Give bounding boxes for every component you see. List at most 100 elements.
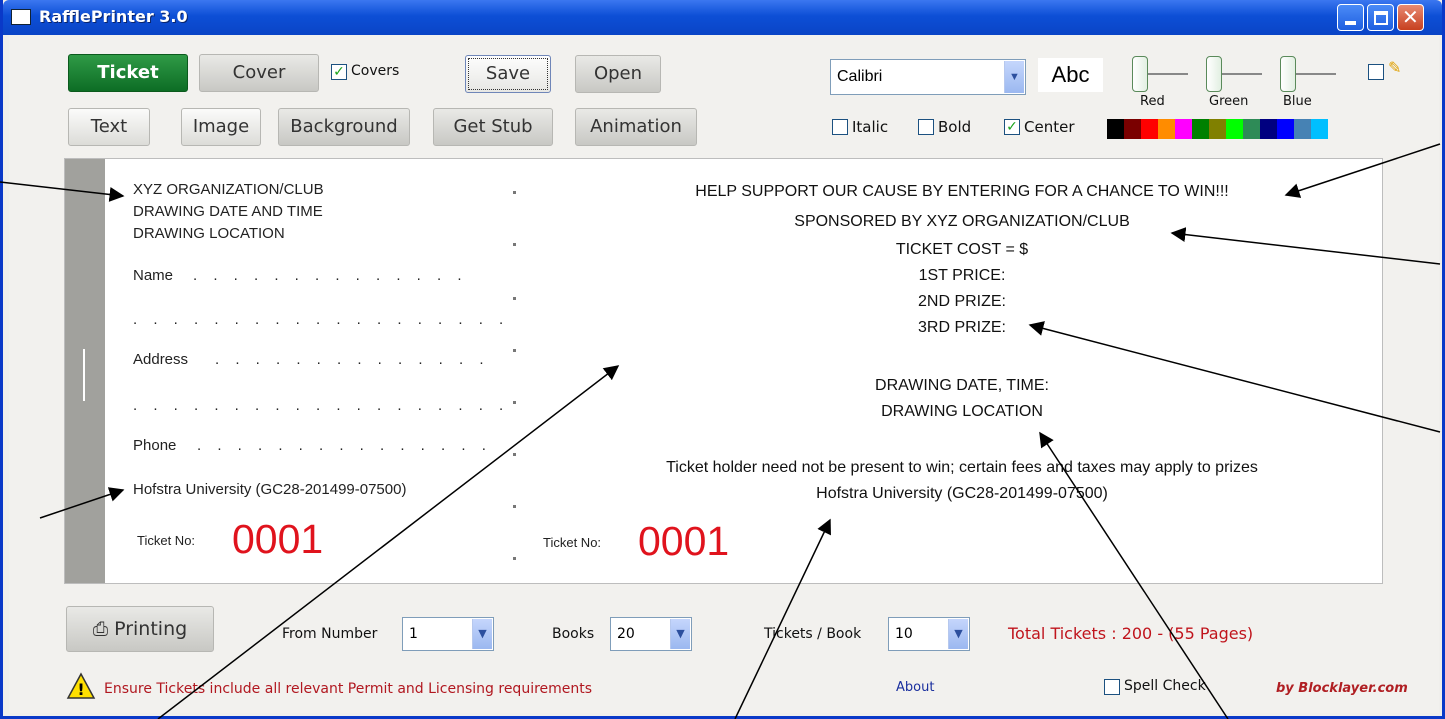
- stub-line-org: XYZ ORGANIZATION/CLUB: [133, 181, 324, 198]
- stub-ticket-number: 0001: [232, 516, 324, 562]
- stub-blank-dots: . . . . . . . . . . . . . . . . . . .: [133, 311, 510, 328]
- center-checkbox[interactable]: ✓: [1004, 119, 1020, 135]
- text-button[interactable]: Text: [68, 108, 150, 146]
- printing-label: Printing: [114, 618, 188, 640]
- main-drawing-location: DRAWING LOCATION: [881, 403, 1043, 420]
- minimize-button[interactable]: [1337, 4, 1364, 31]
- stub-line-location: DRAWING LOCATION: [133, 225, 285, 242]
- color-swatch[interactable]: [1158, 119, 1175, 139]
- title-bar[interactable]: RafflePrinter 3.0 ✕: [3, 0, 1442, 35]
- main-ticket-number: 0001: [638, 518, 730, 564]
- close-button[interactable]: ✕: [1397, 4, 1424, 31]
- chevron-down-icon[interactable]: ▼: [670, 619, 690, 649]
- books-select[interactable]: 20 ▼: [610, 617, 692, 651]
- covers-label: Covers: [351, 63, 400, 79]
- ticket-preview[interactable]: XYZ ORGANIZATION/CLUB DRAWING DATE AND T…: [64, 158, 1383, 584]
- chevron-down-icon[interactable]: ▼: [948, 619, 968, 649]
- covers-checkbox[interactable]: ✓: [331, 64, 347, 80]
- color-swatch[interactable]: [1311, 119, 1328, 139]
- from-number-value: 1: [409, 626, 418, 642]
- maximize-icon: [1374, 11, 1388, 25]
- books-label: Books: [552, 626, 595, 642]
- green-slider-thumb[interactable]: [1206, 56, 1222, 92]
- stub-address-dots: . . . . . . . . . . . . . .: [215, 351, 490, 368]
- pin-checkbox[interactable]: [1368, 64, 1384, 80]
- stub-blank2-dots: . . . . . . . . . . . . . . . . . . .: [133, 397, 510, 414]
- color-swatch[interactable]: [1124, 119, 1141, 139]
- main-ticket-no-label: Ticket No:: [543, 535, 602, 550]
- pin-icon: ✎: [1388, 58, 1402, 77]
- from-number-select[interactable]: 1 ▼: [402, 617, 494, 651]
- tickets-per-book-select[interactable]: 10 ▼: [888, 617, 970, 651]
- red-slider-thumb[interactable]: [1132, 56, 1148, 92]
- color-swatch[interactable]: [1277, 119, 1294, 139]
- blue-slider-thumb[interactable]: [1280, 56, 1296, 92]
- red-slider[interactable]: [1132, 56, 1190, 92]
- green-slider[interactable]: [1206, 56, 1264, 92]
- open-button[interactable]: Open: [575, 55, 661, 93]
- stub-line-date: DRAWING DATE AND TIME: [133, 203, 323, 220]
- svg-text:!: !: [77, 680, 84, 699]
- window-title: RafflePrinter 3.0: [39, 7, 188, 26]
- total-tickets: Total Tickets : 200 - (55 Pages): [1008, 624, 1254, 643]
- main-drawing-date: DRAWING DATE, TIME:: [875, 377, 1049, 394]
- main-headline: HELP SUPPORT OUR CAUSE BY ENTERING FOR A…: [695, 183, 1229, 200]
- color-swatch[interactable]: [1294, 119, 1311, 139]
- cover-button[interactable]: Cover: [199, 54, 319, 92]
- image-button[interactable]: Image: [181, 108, 261, 146]
- get-stub-button[interactable]: Get Stub: [433, 108, 553, 146]
- font-preview: Abc: [1038, 58, 1103, 92]
- main-first-prize: 1ST PRICE:: [918, 267, 1006, 284]
- stub-phone-dots: . . . . . . . . . . . . . . .: [197, 437, 492, 454]
- color-swatch[interactable]: [1175, 119, 1192, 139]
- spell-check-label: Spell Check: [1124, 678, 1206, 694]
- main-disclaimer: Ticket holder need not be present to win…: [666, 459, 1258, 476]
- color-swatch[interactable]: [1226, 119, 1243, 139]
- stub-license: Hofstra University (GC28-201499-07500): [133, 481, 407, 498]
- spell-check-checkbox[interactable]: [1104, 679, 1120, 695]
- color-swatch[interactable]: [1141, 119, 1158, 139]
- bold-checkbox[interactable]: [918, 119, 934, 135]
- italic-checkbox[interactable]: [832, 119, 848, 135]
- blue-label: Blue: [1283, 94, 1312, 109]
- ticket-button[interactable]: Ticket: [68, 54, 188, 92]
- color-swatch[interactable]: [1107, 119, 1124, 139]
- font-select[interactable]: Calibri ▼: [830, 59, 1026, 95]
- main-second-prize: 2ND PRIZE:: [917, 293, 1006, 310]
- color-swatch[interactable]: [1192, 119, 1209, 139]
- minimize-icon: [1345, 21, 1356, 25]
- chevron-down-icon[interactable]: ▼: [1004, 61, 1024, 93]
- center-label: Center: [1024, 118, 1075, 136]
- credit-link[interactable]: by Blocklayer.com: [1276, 681, 1408, 696]
- color-swatch[interactable]: [1209, 119, 1226, 139]
- about-link[interactable]: About: [896, 680, 934, 695]
- background-button[interactable]: Background: [278, 108, 410, 146]
- main-sponsor: SPONSORED BY XYZ ORGANIZATION/CLUB: [794, 213, 1130, 230]
- italic-label: Italic: [852, 118, 889, 136]
- animation-button[interactable]: Animation: [575, 108, 697, 146]
- main-ticket-cost: TICKET COST = $: [895, 241, 1029, 258]
- stub-name-dots: . . . . . . . . . . . . . .: [193, 267, 468, 284]
- stub-gutter: [65, 159, 105, 583]
- save-button[interactable]: Save: [465, 55, 551, 93]
- from-number-label: From Number: [282, 626, 378, 642]
- color-palette: [1107, 119, 1328, 139]
- warning-icon: !: [66, 672, 96, 699]
- stub-address-label: Address: [133, 351, 189, 368]
- bold-label: Bold: [938, 118, 972, 136]
- app-icon: [11, 9, 31, 25]
- tickets-per-book-value: 10: [895, 626, 913, 642]
- permit-warning: Ensure Tickets include all relevant Perm…: [104, 681, 593, 697]
- color-swatch[interactable]: [1260, 119, 1277, 139]
- font-select-value: Calibri: [837, 68, 883, 85]
- printer-icon: ⎙: [92, 618, 115, 640]
- chevron-down-icon[interactable]: ▼: [472, 619, 492, 649]
- books-value: 20: [617, 626, 635, 642]
- printing-button[interactable]: ⎙ Printing: [66, 606, 214, 652]
- main-license: Hofstra University (GC28-201499-07500): [816, 485, 1108, 502]
- color-swatch[interactable]: [1243, 119, 1260, 139]
- blue-slider[interactable]: [1280, 56, 1338, 92]
- maximize-button[interactable]: [1367, 4, 1394, 31]
- red-label: Red: [1140, 94, 1165, 109]
- green-label: Green: [1209, 94, 1249, 109]
